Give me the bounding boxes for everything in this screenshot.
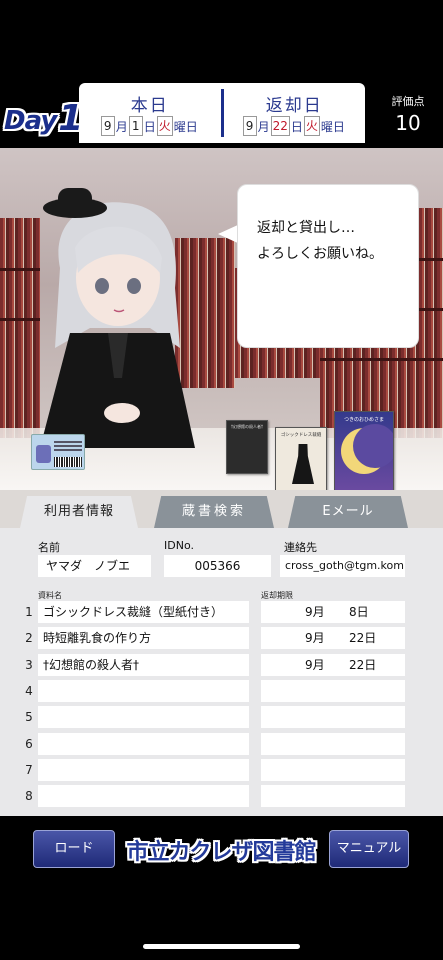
user-info-panel: 名前 ヤマダ ノブエ IDNo. 005366 連絡先 cross_goth@t… — [0, 528, 443, 816]
book-title: †幻想館の殺人者† — [231, 424, 263, 429]
return-weekday-unit: 曜日 — [320, 119, 345, 134]
today-title: 本日 — [130, 96, 169, 116]
due-day: 8日 — [349, 605, 369, 619]
due-date-field[interactable] — [261, 758, 405, 781]
book-mystery[interactable]: †幻想館の殺人者† — [226, 420, 268, 474]
score-value: 10 — [395, 111, 421, 135]
librarian-character — [40, 188, 195, 448]
tab-bar: 利用者情報 蔵書検索 Eメール — [0, 490, 443, 528]
book-title: つきのおひめさま — [343, 417, 384, 423]
loan-title-field[interactable] — [38, 706, 249, 729]
id-field[interactable]: 005366 — [164, 555, 271, 577]
contact-field[interactable]: cross_goth@tgm.kom — [280, 555, 405, 577]
return-month-unit: 月 — [257, 119, 270, 134]
due-date-field[interactable] — [261, 732, 405, 755]
loan-title-field[interactable] — [38, 732, 249, 755]
row-number: 7 — [25, 762, 33, 777]
loan-title-field[interactable]: 時短離乳食の作り方 — [38, 627, 249, 650]
return-weekday: 火 — [303, 116, 320, 136]
speech-bubble: 返却と貸出し… よろしくお願いね。 — [237, 184, 419, 348]
today-day-unit: 日 — [143, 119, 156, 134]
return-month: 9 — [242, 116, 257, 136]
row-number: 8 — [25, 789, 33, 804]
due-day: 22日 — [349, 657, 377, 672]
loan-title-field[interactable]: †幻想館の殺人者† — [38, 653, 249, 676]
return-title: 返却日 — [265, 96, 323, 116]
moon-shadow — [353, 424, 393, 468]
date-panel: 本日 9 月 1 日 火 曜日 返却日 9 月 22 日 火 曜日 — [79, 83, 365, 143]
loan-title-field[interactable]: ゴシックドレス裁縫（型紙付き） — [38, 601, 249, 623]
due-date-field[interactable] — [261, 706, 405, 729]
day-word: Day — [4, 106, 57, 136]
row-number: 2 — [25, 631, 33, 646]
due-month: 9月 — [305, 605, 325, 619]
today-month: 9 — [100, 116, 115, 136]
today-weekday: 火 — [156, 116, 173, 136]
due-date-field[interactable] — [261, 785, 405, 808]
load-button[interactable]: ロード — [33, 830, 115, 868]
today-date: 本日 9 月 1 日 火 曜日 — [79, 83, 221, 143]
row-number: 3 — [25, 657, 33, 672]
day-indicator: Day 1 — [4, 96, 83, 137]
tab-user-info[interactable]: 利用者情報 — [20, 496, 138, 528]
tab-catalog-search[interactable]: 蔵書検索 — [154, 496, 274, 528]
due-date-field[interactable]: 9月 22日 — [261, 627, 405, 650]
library-logo: 市立カクレザ図書館 — [126, 840, 316, 865]
library-card[interactable] — [31, 434, 85, 470]
row-number: 1 — [25, 605, 33, 619]
today-day: 1 — [128, 116, 143, 136]
due-month: 9月 — [305, 631, 325, 646]
name-field[interactable]: ヤマダ ノブエ — [38, 555, 151, 577]
book-moon-princess[interactable]: つきのおひめさま — [334, 411, 394, 490]
score-label: 評価点 — [391, 95, 425, 108]
dress-icon — [292, 444, 314, 484]
tab-email[interactable]: Eメール — [288, 496, 408, 528]
contact-label: 連絡先 — [284, 541, 317, 554]
id-label: IDNo. — [164, 539, 194, 552]
row-number: 4 — [25, 683, 33, 698]
row-number: 5 — [25, 710, 33, 725]
row-number: 6 — [25, 736, 33, 751]
home-indicator[interactable] — [143, 944, 300, 949]
library-scene: 返却と貸出し… よろしくお願いね。 †幻想館の殺人者† ゴシックドレス裁縫 つき… — [0, 148, 443, 490]
due-date-field[interactable] — [261, 679, 405, 702]
loan-title-field[interactable] — [38, 758, 249, 781]
loan-title-field[interactable] — [38, 785, 249, 808]
score-display: 評価点 10 — [379, 93, 437, 135]
today-weekday-unit: 曜日 — [173, 119, 198, 134]
speech-line: よろしくお願いね。 — [257, 246, 383, 262]
return-day: 22 — [270, 116, 290, 136]
card-photo-icon — [36, 445, 51, 463]
manual-button[interactable]: マニュアル — [329, 830, 409, 868]
return-date: 返却日 9 月 22 日 火 曜日 — [224, 83, 366, 143]
speech-line: 返却と貸出し… — [257, 220, 355, 236]
return-day-unit: 日 — [290, 119, 303, 134]
loan-title-field[interactable] — [38, 679, 249, 702]
material-label: 資料名 — [38, 591, 62, 600]
due-date-field[interactable]: 9月 8日 — [261, 601, 405, 623]
barcode-icon — [54, 457, 82, 467]
due-month: 9月 — [305, 657, 325, 672]
shelf-divider — [320, 358, 443, 361]
today-month-unit: 月 — [115, 119, 128, 134]
name-label: 名前 — [38, 541, 60, 554]
book-title: ゴシックドレス裁縫 — [280, 433, 322, 438]
book-gothic-dress[interactable]: ゴシックドレス裁縫 — [275, 427, 327, 490]
due-day: 22日 — [349, 631, 377, 646]
card-text-lines — [54, 441, 82, 443]
due-date-field[interactable]: 9月 22日 — [261, 653, 405, 676]
due-label: 返却期限 — [261, 591, 293, 600]
